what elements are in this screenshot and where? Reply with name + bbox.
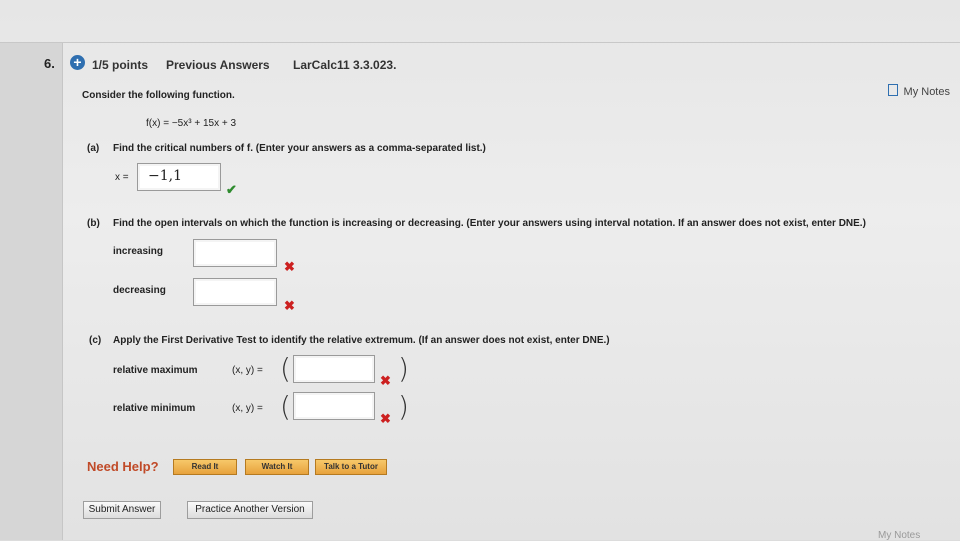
my-notes-label: My Notes [903,86,950,98]
incorrect-x-icon: ✖ [284,298,295,313]
open-paren: ( [280,390,291,423]
relative-minimum-field[interactable] [293,392,375,420]
notes-icon [887,84,898,96]
increasing-field[interactable] [193,239,277,267]
incorrect-x-icon: ✖ [284,259,295,274]
top-divider [0,42,960,43]
critical-numbers-value: −1,1 [148,168,182,184]
intro-text: Consider the following function. [82,90,235,101]
close-paren: ) [398,352,409,385]
watch-it-button[interactable]: Watch It [245,459,309,475]
function-expression: f(x) = −5x³ + 15x + 3 [146,118,237,129]
submit-answer-button[interactable]: Submit Answer [83,501,161,519]
need-help-label: Need Help? [87,459,159,474]
xy-equals-label: (x, y) = [232,403,263,414]
previous-answers-link[interactable]: Previous Answers [166,58,270,72]
read-it-button[interactable]: Read It [173,459,237,475]
part-a-prompt: Find the critical numbers of f. (Enter y… [113,143,486,154]
talk-to-tutor-button[interactable]: Talk to a Tutor [315,459,387,475]
incorrect-x-icon: ✖ [380,373,391,388]
points-label: 1/5 points [92,58,149,72]
correct-check-icon: ✔ [226,182,237,197]
x-equals-label: x = [115,172,129,183]
question-number-column [0,43,63,540]
practice-another-version-button[interactable]: Practice Another Version [187,501,313,519]
decreasing-label: decreasing [113,285,166,296]
expand-plus-icon[interactable]: + [70,55,85,70]
footer-my-notes[interactable]: My Notes [878,530,920,541]
open-paren: ( [280,352,291,385]
question-panel: 6. + 1/5 points Previous Answers LarCalc… [0,0,960,541]
part-c-prompt: Apply the First Derivative Test to ident… [113,335,610,346]
my-notes-button[interactable]: My Notes [887,84,950,98]
incorrect-x-icon: ✖ [380,411,391,426]
relative-minimum-label: relative minimum [113,403,196,414]
relative-maximum-label: relative maximum [113,365,198,376]
question-number: 6. [44,56,55,71]
source-label: LarCalc11 3.3.023. [293,58,397,72]
increasing-label: increasing [113,246,164,257]
part-b-prompt: Find the open intervals on which the fun… [113,218,866,229]
relative-maximum-field[interactable] [293,355,375,383]
xy-equals-label: (x, y) = [232,365,263,376]
decreasing-field[interactable] [193,278,277,306]
part-b-label: (b) [87,218,100,229]
close-paren: ) [398,390,409,423]
part-c-label: (c) [89,335,102,346]
part-a-label: (a) [87,143,100,154]
